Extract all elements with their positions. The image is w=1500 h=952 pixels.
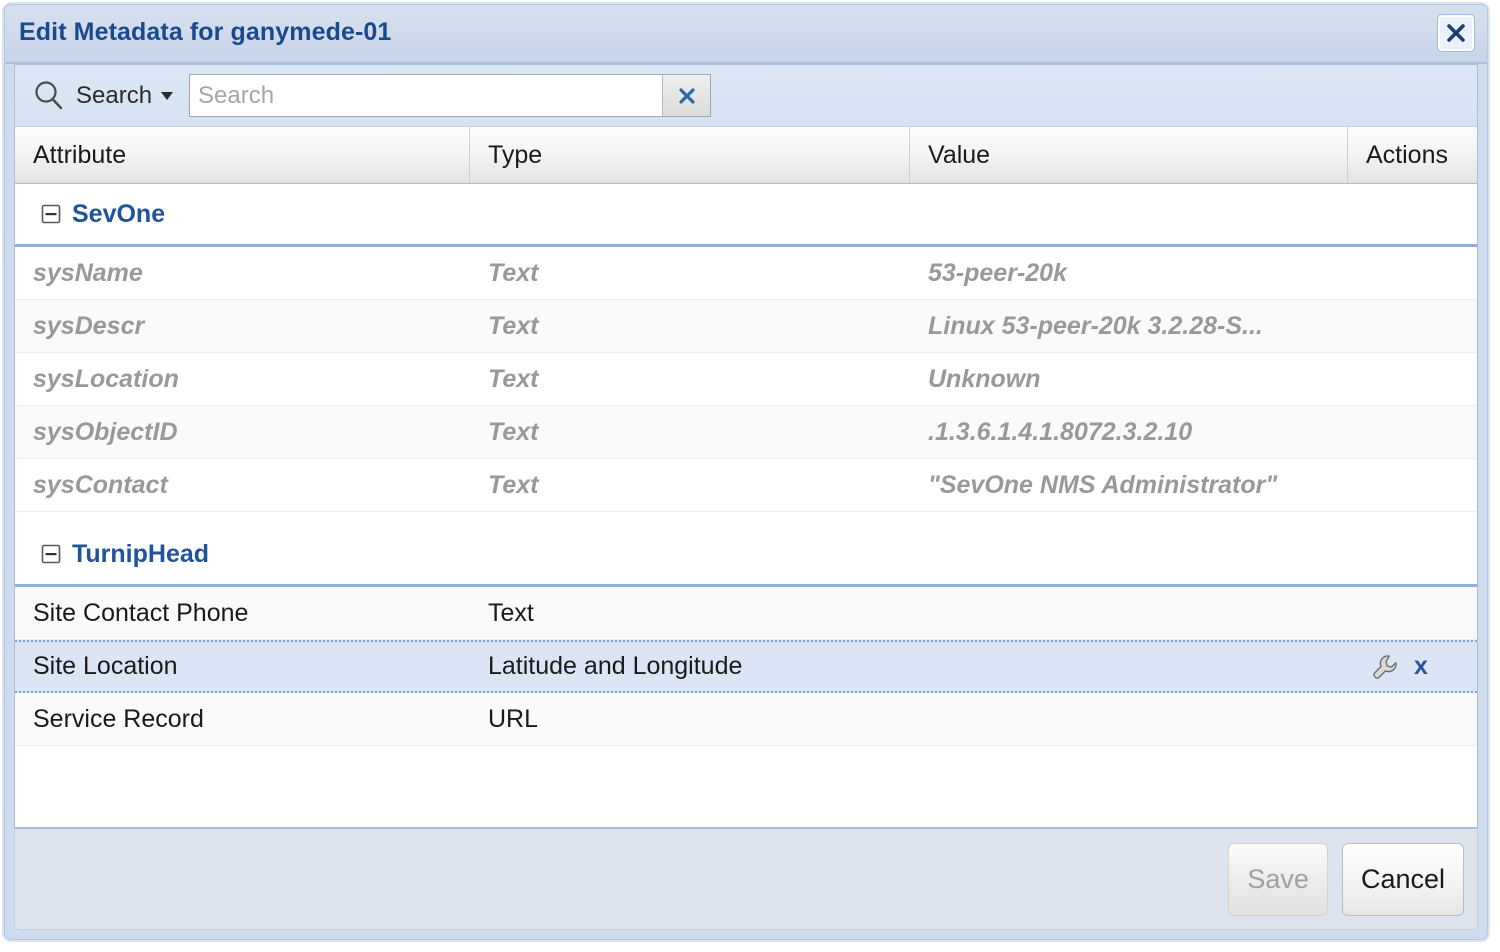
dialog-title: Edit Metadata for ganymede-01 <box>19 18 392 46</box>
search-icon <box>35 80 63 109</box>
group-label: SevOne <box>72 199 166 228</box>
table-row[interactable]: sysObjectID Text .1.3.6.1.4.1.8072.3.2.1… <box>15 406 1477 459</box>
cell-value: Unknown <box>928 365 1041 393</box>
cell-type: Text <box>488 365 539 393</box>
table-row[interactable]: sysContact Text "SevOne NMS Administrato… <box>15 459 1477 512</box>
cell-type: Text <box>488 418 539 446</box>
column-header-value[interactable]: Value <box>910 127 1348 183</box>
cell-actions: x <box>1348 652 1477 682</box>
cell-type: Latitude and Longitude <box>488 652 743 680</box>
search-field <box>189 74 712 117</box>
table-row[interactable]: Service Record URL <box>15 693 1477 746</box>
cell-value: "SevOne NMS Administrator" <box>928 471 1278 499</box>
search-toolbar: Search <box>15 65 1477 127</box>
column-header-attribute[interactable]: Attribute <box>15 127 470 183</box>
cell-attribute: sysContact <box>33 471 168 499</box>
cell-type: URL <box>488 705 539 733</box>
collapse-minus-icon[interactable] <box>41 204 61 224</box>
clear-icon[interactable] <box>662 75 711 116</box>
column-header-type[interactable]: Type <box>470 127 910 183</box>
chevron-down-icon <box>161 91 174 100</box>
search-input[interactable] <box>190 75 663 116</box>
group-header-turniphead[interactable]: TurnipHead <box>15 524 1477 587</box>
close-icon[interactable] <box>1437 14 1475 52</box>
metadata-grid-body: SevOne sysName Text 53-peer-20k sysDescr… <box>15 184 1477 827</box>
dialog-footer: Save Cancel <box>14 829 1478 930</box>
dialog-body: Search Attribute Type Value Actions <box>14 64 1478 829</box>
cell-attribute: sysObjectID <box>33 418 178 446</box>
table-row[interactable]: sysName Text 53-peer-20k <box>15 247 1477 300</box>
cell-attribute: Site Location <box>33 652 178 680</box>
cancel-button[interactable]: Cancel <box>1341 842 1464 916</box>
cell-attribute: Site Contact Phone <box>33 599 249 627</box>
cell-attribute: sysDescr <box>33 312 145 340</box>
wrench-icon[interactable] <box>1370 652 1400 682</box>
cell-value: Linux 53-peer-20k 3.2.28-S... <box>928 312 1263 340</box>
table-row-selected[interactable]: Site Location Latitude and Longitude x <box>15 640 1477 693</box>
save-button[interactable]: Save <box>1228 842 1328 916</box>
search-scope-menu[interactable]: Search <box>76 81 174 110</box>
group-header-sevone[interactable]: SevOne <box>15 184 1477 247</box>
cell-type: Text <box>488 259 539 287</box>
grid-column-headers: Attribute Type Value Actions <box>15 127 1477 184</box>
cell-attribute: sysLocation <box>33 365 179 393</box>
edit-metadata-dialog: Edit Metadata for ganymede-01 Search Sea… <box>4 4 1488 940</box>
search-scope-label: Search <box>76 81 153 109</box>
collapse-minus-icon[interactable] <box>41 544 61 564</box>
table-row[interactable]: sysDescr Text Linux 53-peer-20k 3.2.28-S… <box>15 300 1477 353</box>
dialog-titlebar: Edit Metadata for ganymede-01 <box>5 5 1487 64</box>
cell-attribute: Service Record <box>33 705 204 733</box>
delete-x-icon[interactable]: x <box>1414 654 1428 679</box>
cell-value: .1.3.6.1.4.1.8072.3.2.10 <box>928 418 1193 446</box>
cell-value: 53-peer-20k <box>928 259 1067 287</box>
table-row[interactable]: sysLocation Text Unknown <box>15 353 1477 406</box>
cell-type: Text <box>488 599 534 627</box>
table-row[interactable]: Site Contact Phone Text <box>15 587 1477 640</box>
cell-attribute: sysName <box>33 259 143 287</box>
group-label: TurnipHead <box>72 539 210 568</box>
cell-type: Text <box>488 471 539 499</box>
column-header-actions[interactable]: Actions <box>1348 127 1477 183</box>
cell-type: Text <box>488 312 539 340</box>
